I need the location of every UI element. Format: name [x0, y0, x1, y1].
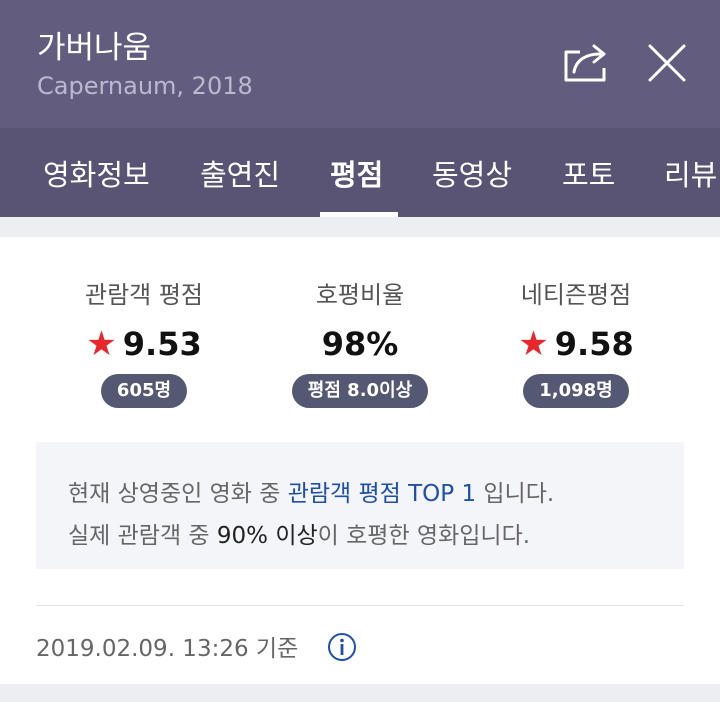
- netizen-rating: 네티즌평점 ★ 9.58 1,098명: [456, 275, 696, 408]
- audience-rating-value-row: ★ 9.53: [24, 324, 264, 364]
- movie-subtitle: Capernaum, 2018: [37, 72, 253, 100]
- notice-line-1-prefix: 현재 상영중인 영화 중: [68, 481, 288, 507]
- notice-line-2-suffix: 이 호평한 영화입니다.: [317, 523, 531, 549]
- star-icon: ★: [86, 324, 117, 364]
- notice-line-1-suffix: 입니다.: [476, 481, 555, 507]
- share-icon: [564, 44, 606, 82]
- audience-count-badge: 605명: [100, 374, 188, 408]
- update-timestamp: 2019.02.09. 13:26 기준: [36, 636, 299, 662]
- audience-rating: 관람객 평점 ★ 9.53 605명: [24, 275, 264, 408]
- netizen-rating-value: 9.58: [554, 325, 634, 363]
- rating-panel: 관람객 평점 ★ 9.53 605명 호평비율 98% 평점 8.0이상 네티즌…: [0, 237, 720, 684]
- favorable-ratio-label: 호평비율: [315, 281, 405, 309]
- audience-rating-label: 관람객 평점: [84, 281, 204, 309]
- netizen-count-badge: 1,098명: [523, 374, 629, 408]
- info-icon: [328, 633, 356, 661]
- notice-percentage: 90% 이상: [216, 523, 318, 549]
- tab-movie-info[interactable]: 영화정보: [43, 152, 150, 194]
- tab-rating[interactable]: 평점: [330, 152, 383, 194]
- movie-title: 가버나움: [37, 30, 152, 66]
- notice-line-2-prefix: 실제 관람객 중: [68, 523, 217, 549]
- tab-video[interactable]: 동영상: [432, 152, 512, 194]
- notice-top-rank: 관람객 평점 TOP 1: [287, 481, 477, 507]
- divider: [36, 605, 684, 606]
- notice-line-1: 현재 상영중인 영화 중 관람객 평점 TOP 1 입니다.: [68, 474, 554, 508]
- header: 가버나움 Capernaum, 2018: [0, 0, 720, 128]
- star-icon: ★: [518, 324, 549, 364]
- active-tab-indicator: [320, 212, 398, 217]
- close-button[interactable]: [644, 40, 690, 86]
- share-button[interactable]: [560, 40, 614, 86]
- tab-photo[interactable]: 포토: [562, 152, 615, 194]
- netizen-rating-label: 네티즌평점: [520, 281, 632, 309]
- close-icon: [648, 44, 686, 82]
- info-button[interactable]: [327, 632, 357, 662]
- favorable-ratio-value-row: 98%: [240, 325, 480, 363]
- netizen-rating-value-row: ★ 9.58: [456, 324, 696, 364]
- favorable-ratio-value: 98%: [321, 325, 399, 363]
- ranking-notice: 현재 상영중인 영화 중 관람객 평점 TOP 1 입니다. 실제 관람객 중 …: [36, 442, 684, 569]
- tab-cast[interactable]: 출연진: [200, 152, 280, 194]
- tab-bar: 영화정보 출연진 평점 동영상 포토 리뷰: [0, 128, 720, 217]
- notice-line-2: 실제 관람객 중 90% 이상이 호평한 영화입니다.: [68, 516, 530, 550]
- audience-rating-value: 9.53: [122, 325, 202, 363]
- tab-review[interactable]: 리뷰: [664, 152, 717, 194]
- favorable-ratio: 호평비율 98% 평점 8.0이상: [240, 275, 480, 408]
- favorable-threshold-badge: 평점 8.0이상: [291, 374, 429, 408]
